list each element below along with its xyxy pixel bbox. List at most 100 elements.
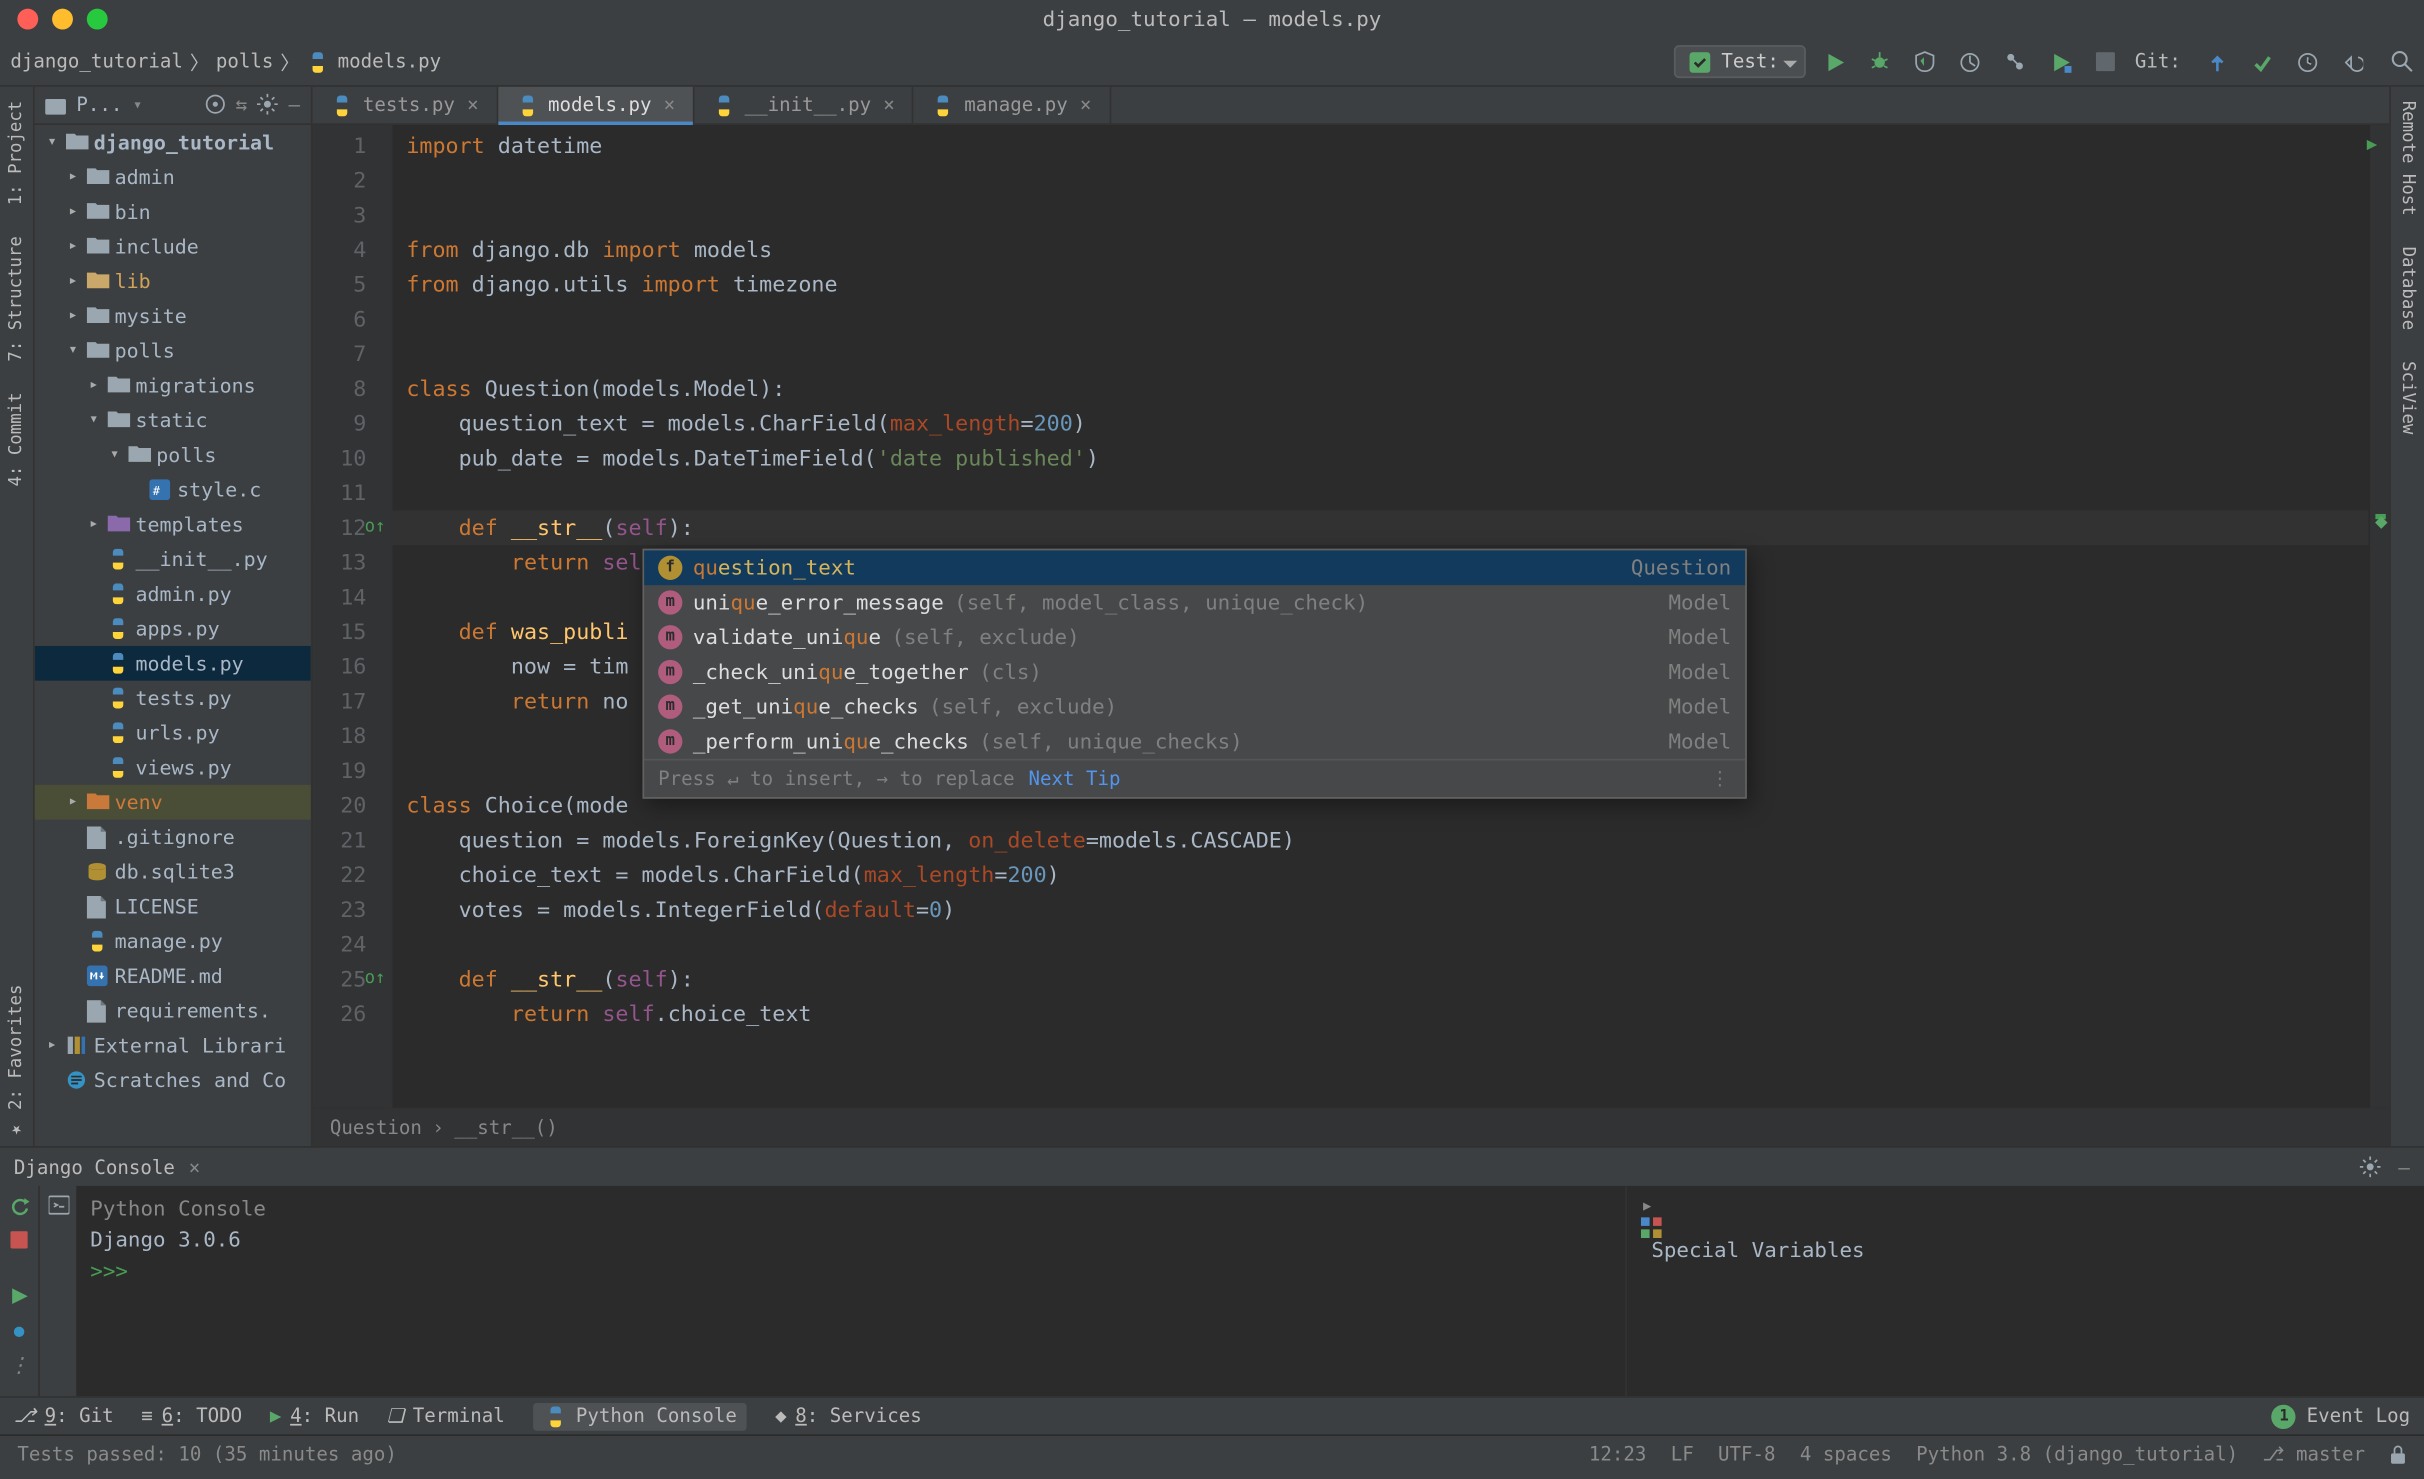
completion-next-tip-link[interactable]: Next Tip: [1028, 761, 1120, 796]
console-variables-panel[interactable]: ▸ Special Variables: [1625, 1186, 2424, 1396]
code-line[interactable]: def __str__(self):: [406, 511, 2368, 546]
completion-item[interactable]: munique_error_message(self, model_class,…: [644, 585, 1745, 620]
editor-breadcrumbs[interactable]: Question › __str__(): [313, 1108, 2390, 1146]
tool-tab-todo[interactable]: ≡6: TODO: [141, 1405, 242, 1428]
editor-gutter[interactable]: 123456789101112o↑13141516171819202122232…: [313, 125, 393, 1108]
editor-tab[interactable]: manage.py×: [914, 87, 1111, 123]
status-caret-position[interactable]: 12:23: [1589, 1443, 1647, 1466]
chevron-right-icon[interactable]: ▸: [66, 160, 80, 195]
project-view-label[interactable]: P...: [76, 94, 122, 117]
chevron-right-icon[interactable]: ▸: [87, 368, 101, 403]
code-crumb[interactable]: Question: [330, 1117, 422, 1140]
tree-folder[interactable]: ▸mysite: [35, 299, 311, 334]
code-line[interactable]: [406, 927, 2368, 962]
minimize-window-button[interactable]: [52, 9, 73, 30]
code-line[interactable]: class Question(models.Model):: [406, 372, 2368, 407]
code-line[interactable]: [406, 163, 2368, 198]
tool-tab-terminal[interactable]: ❏Terminal: [387, 1405, 505, 1428]
tool-tab-commit[interactable]: 4: Commit: [5, 386, 28, 494]
debug-button[interactable]: [1867, 49, 1891, 73]
editor-tab[interactable]: models.py×: [498, 87, 695, 123]
code-crumb[interactable]: __str__(): [454, 1117, 558, 1140]
chevron-down-icon[interactable]: ▾: [66, 333, 80, 368]
run-button[interactable]: [1822, 49, 1846, 73]
code-line[interactable]: [406, 302, 2368, 337]
tool-tab-sciview[interactable]: SciView: [2396, 355, 2419, 442]
code-line[interactable]: [406, 337, 2368, 372]
code-line[interactable]: question = models.ForeignKey(Question, o…: [406, 823, 2368, 858]
tree-folder[interactable]: ▸lib: [35, 264, 311, 299]
console-output-icon[interactable]: [46, 1193, 70, 1217]
code-line[interactable]: [406, 476, 2368, 511]
tree-folder[interactable]: ▸venv: [35, 785, 311, 820]
tree-folder[interactable]: ▸External Librari: [35, 1028, 311, 1063]
tree-file[interactable]: urls.py: [35, 715, 311, 750]
hide-panel-button[interactable]: —: [289, 94, 301, 117]
tree-file[interactable]: __init__.py: [35, 542, 311, 577]
chevron-down-icon[interactable]: ▾: [108, 438, 122, 473]
chevron-down-icon[interactable]: ▾: [133, 96, 142, 113]
console-output[interactable]: Python Console Django 3.0.6 >>>: [76, 1186, 1625, 1396]
tree-folder[interactable]: ▸include: [35, 229, 311, 264]
tree-folder[interactable]: ▸admin: [35, 160, 311, 195]
coverage-button[interactable]: [1913, 49, 1937, 73]
expand-all-button[interactable]: ⇆: [236, 94, 248, 117]
tree-file[interactable]: manage.py: [35, 924, 311, 959]
vcs-commit-button[interactable]: [2250, 49, 2274, 73]
tool-tab-favorites[interactable]: ★ 2: Favorites: [5, 977, 28, 1146]
select-opened-file-button[interactable]: [204, 94, 225, 117]
close-window-button[interactable]: [17, 9, 38, 30]
chevron-right-icon[interactable]: ▸: [66, 229, 80, 264]
completion-item[interactable]: m_check_unique_together(cls)Model: [644, 655, 1745, 690]
hide-panel-button[interactable]: —: [2399, 1156, 2411, 1179]
completion-item[interactable]: m_get_unique_checks(self, exclude)Model: [644, 689, 1745, 724]
editor-tab[interactable]: __init__.py×: [694, 87, 914, 123]
code-line[interactable]: def __str__(self):: [406, 962, 2368, 997]
code-line[interactable]: [406, 198, 2368, 233]
status-encoding[interactable]: UTF-8: [1718, 1443, 1776, 1466]
status-interpreter[interactable]: Python 3.8 (django_tutorial): [1916, 1443, 2238, 1466]
chevron-right-icon[interactable]: ▸: [66, 264, 80, 299]
breadcrumb-item[interactable]: models.py: [338, 50, 442, 73]
tree-file[interactable]: Scratches and Co: [35, 1063, 311, 1098]
chevron-right-icon[interactable]: ▸: [66, 194, 80, 229]
completion-settings-icon[interactable]: ⋮: [1710, 761, 1731, 796]
editor-tab[interactable]: tests.py×: [313, 87, 498, 123]
code-line[interactable]: question_text = models.CharField(max_len…: [406, 406, 2368, 441]
override-marker-icon[interactable]: o↑: [365, 962, 386, 997]
code-line[interactable]: import datetime: [406, 128, 2368, 163]
chevron-right-icon[interactable]: ▸: [66, 785, 80, 820]
concurrency-button[interactable]: [2003, 49, 2027, 73]
tool-tab-run[interactable]: ▶4: Run: [270, 1405, 359, 1428]
status-indent[interactable]: 4 spaces: [1800, 1443, 1892, 1466]
attach-button[interactable]: [2048, 49, 2072, 73]
maximize-window-button[interactable]: [87, 9, 108, 30]
settings-icon[interactable]: [2360, 1156, 2381, 1179]
tree-folder[interactable]: ▸bin: [35, 194, 311, 229]
code-line[interactable]: return self.choice_text: [406, 997, 2368, 1032]
tree-folder[interactable]: ▸migrations: [35, 368, 311, 403]
tree-file[interactable]: db.sqlite3: [35, 854, 311, 889]
run-configuration-dropdown[interactable]: Test:: [1675, 45, 1805, 78]
override-marker-icon[interactable]: o↑: [365, 511, 386, 546]
nav-marker-icon[interactable]: ◆: [2375, 504, 2388, 539]
tree-file[interactable]: tests.py: [35, 681, 311, 716]
code-line[interactable]: from django.db import models: [406, 233, 2368, 268]
tool-tab-python-console[interactable]: Python Console: [533, 1402, 748, 1430]
search-everywhere-button[interactable]: [2389, 49, 2413, 73]
project-tree[interactable]: ▾django_tutorial▸admin▸bin▸include▸lib▸m…: [35, 125, 311, 1146]
tool-tab-database[interactable]: Database: [2396, 240, 2419, 338]
chevron-down-icon[interactable]: ▾: [45, 125, 59, 160]
profile-button[interactable]: [1958, 49, 1982, 73]
tool-tab-remote-host[interactable]: Remote Host: [2396, 94, 2419, 223]
code-line[interactable]: votes = models.IntegerField(default=0): [406, 893, 2368, 928]
tree-file[interactable]: README.md: [35, 958, 311, 993]
stop-button[interactable]: [2093, 49, 2117, 73]
event-log-button[interactable]: Event Log: [2307, 1405, 2411, 1428]
vcs-history-button[interactable]: [2296, 49, 2320, 73]
tree-file[interactable]: admin.py: [35, 576, 311, 611]
execute-button[interactable]: [7, 1283, 31, 1307]
close-tab-icon[interactable]: ×: [467, 94, 479, 117]
tree-folder[interactable]: ▾django_tutorial: [35, 125, 311, 160]
code-line[interactable]: pub_date = models.DateTimeField('date pu…: [406, 441, 2368, 476]
